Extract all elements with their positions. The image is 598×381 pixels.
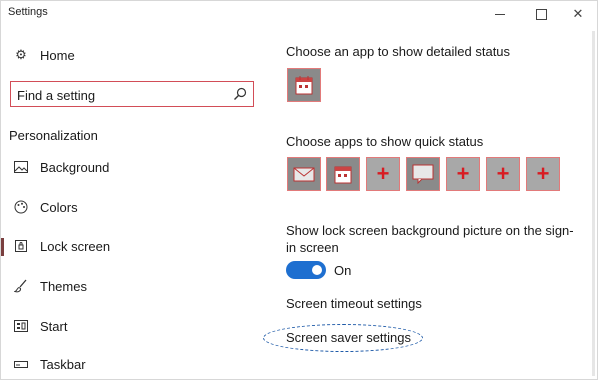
mail-icon xyxy=(293,167,315,182)
signin-picture-toggle[interactable] xyxy=(286,261,326,279)
detailed-status-app-tile[interactable] xyxy=(287,68,321,102)
toggle-knob xyxy=(312,265,322,275)
quick-status-add-tile[interactable]: + xyxy=(366,157,400,191)
plus-icon: + xyxy=(376,161,390,186)
sidebar-item-themes[interactable]: Themes xyxy=(1,269,261,303)
palette-icon xyxy=(13,199,29,215)
plus-icon: + xyxy=(496,161,510,186)
calendar-icon xyxy=(334,166,352,184)
search-icon[interactable] xyxy=(233,87,247,101)
sidebar-item-start[interactable]: Start xyxy=(1,309,261,343)
sidebar-item-label: Themes xyxy=(40,278,87,294)
taskbar-icon xyxy=(13,356,29,372)
selection-indicator xyxy=(1,238,4,256)
quick-status-add-tile[interactable]: + xyxy=(526,157,560,191)
lock-screen-icon xyxy=(13,238,29,254)
section-heading: Personalization xyxy=(9,128,98,143)
title-bar: Settings ✕ xyxy=(1,1,597,27)
quick-status-messaging-tile[interactable] xyxy=(406,157,440,191)
search-input[interactable] xyxy=(11,82,229,108)
sidebar-item-label: Lock screen xyxy=(40,238,111,254)
sidebar-item-home[interactable]: ⚙ Home xyxy=(1,38,261,72)
gear-icon: ⚙ xyxy=(15,47,27,62)
plus-icon: + xyxy=(456,161,470,186)
detailed-status-label: Choose an app to show detailed status xyxy=(286,44,511,59)
sidebar-item-label: Taskbar xyxy=(40,356,86,372)
window-title: Settings xyxy=(8,6,48,18)
sidebar-item-label: Background xyxy=(40,159,110,175)
quick-status-add-tile[interactable]: + xyxy=(446,157,480,191)
quick-status-add-tile[interactable]: + xyxy=(486,157,520,191)
quick-status-calendar-tile[interactable] xyxy=(326,157,360,191)
picture-icon xyxy=(13,159,29,175)
sidebar-item-background[interactable]: Background xyxy=(1,150,261,184)
sidebar-item-lock-screen[interactable]: Lock screen xyxy=(1,229,261,263)
brush-icon xyxy=(13,278,29,294)
close-icon: ✕ xyxy=(572,6,584,21)
maximize-icon xyxy=(535,8,547,20)
sidebar-item-label: Colors xyxy=(40,199,78,215)
sidebar-item-label: Home xyxy=(40,47,75,63)
chat-icon xyxy=(412,164,434,184)
sidebar-item-colors[interactable]: Colors xyxy=(1,190,261,224)
screen-timeout-link[interactable]: Screen timeout settings xyxy=(286,296,422,311)
close-button[interactable]: ✕ xyxy=(559,1,597,27)
maximize-button[interactable] xyxy=(522,1,560,27)
quick-status-label: Choose apps to show quick status xyxy=(286,134,484,149)
plus-icon: + xyxy=(536,161,550,186)
screen-saver-link[interactable]: Screen saver settings xyxy=(286,330,411,345)
search-box xyxy=(10,81,254,108)
quick-status-mail-tile[interactable] xyxy=(287,157,321,191)
minimize-icon xyxy=(495,13,505,15)
sidebar-item-label: Start xyxy=(40,318,68,334)
settings-window: Settings ✕ ⚙ Home Personalization Backgr… xyxy=(0,0,598,380)
sidebar-item-taskbar[interactable]: Taskbar xyxy=(1,347,261,381)
signin-picture-label: Show lock screen background picture on t… xyxy=(286,223,574,255)
minimize-button[interactable] xyxy=(481,1,519,27)
toggle-state-label: On xyxy=(334,263,352,278)
calendar-icon xyxy=(295,76,313,95)
scrollbar[interactable] xyxy=(592,31,595,376)
start-icon xyxy=(13,318,29,334)
